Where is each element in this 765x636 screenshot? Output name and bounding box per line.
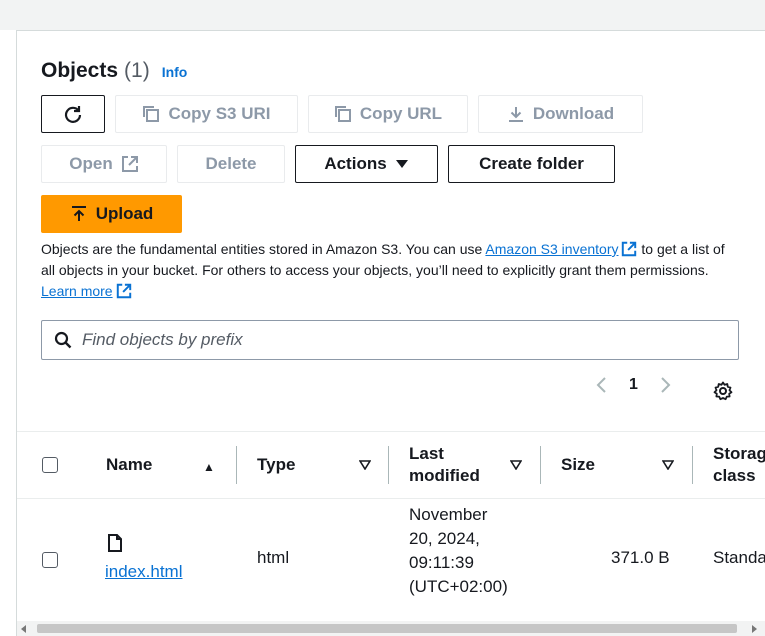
object-last-modified: November 20, 2024, 09:11:39 (UTC+02:00) [409,503,508,599]
current-page[interactable]: 1 [629,376,638,394]
object-storage-class: Standa [713,548,765,567]
external-link-icon [116,283,131,299]
sort-icon[interactable] [662,460,674,470]
scroll-right-icon[interactable] [751,625,757,633]
create-folder-button[interactable]: Create folder [448,145,615,183]
last-modified-line4: (UTC+02:00) [409,577,508,596]
copy-icon [334,106,351,122]
refresh-button[interactable] [41,95,105,133]
scrollbar-thumb[interactable] [37,624,737,633]
select-all-checkbox[interactable] [42,457,58,473]
column-divider[interactable] [540,446,541,484]
page-title: Objects [41,59,119,82]
open-label: Open [69,154,113,173]
sort-asc-icon[interactable]: ▲ [203,456,215,478]
table-header: Name ▲ Type Last modified Size Storag cl… [17,431,765,499]
search-placeholder: Find objects by prefix [82,330,243,349]
create-folder-label: Create folder [479,154,584,173]
description-text-1: Objects are the fundamental entities sto… [41,241,486,257]
scroll-left-icon[interactable] [21,625,27,633]
last-modified-line3: 09:11:39 [409,553,474,572]
last-modified-line2: 20, 2024, [409,529,480,548]
chevron-left-icon[interactable] [595,376,607,394]
object-name[interactable]: index.html [105,562,182,581]
sort-icon[interactable] [510,460,522,470]
s3-inventory-link[interactable]: Amazon S3 inventory [485,241,618,257]
copy-icon [143,106,160,122]
actions-label: Actions [324,154,387,173]
column-divider[interactable] [692,446,693,484]
column-header-storage-class[interactable]: Storag class [713,443,765,487]
search-input[interactable]: Find objects by prefix [41,320,739,360]
upload-icon [71,206,86,221]
refresh-icon [64,106,82,123]
objects-header: Objects (1) Info [41,59,187,83]
delete-label: Delete [205,154,257,173]
copy-s3-uri-button[interactable]: Copy S3 URI [115,95,298,133]
file-icon [108,534,122,552]
objects-description: Objects are the fundamental entities sto… [41,239,741,302]
open-button[interactable]: Open [41,145,167,183]
download-icon [508,107,523,122]
download-button[interactable]: Download [478,95,643,133]
column-header-last-modified[interactable]: Last modified [409,443,480,487]
settings-gear-icon[interactable] [713,381,733,401]
row-checkbox[interactable] [42,552,58,568]
external-link-icon [622,241,637,257]
copy-s3-uri-label: Copy S3 URI [168,104,271,123]
actions-dropdown[interactable]: Actions [295,145,438,183]
objects-panel: Objects (1) Info Copy S3 URI Copy URL Do… [16,30,765,636]
chevron-right-icon[interactable] [660,376,672,394]
sort-icon[interactable] [359,460,371,470]
column-header-last-modified-line1: Last [409,444,444,463]
delete-button[interactable]: Delete [177,145,285,183]
upload-button[interactable]: Upload [41,195,182,233]
horizontal-scrollbar[interactable] [17,621,765,636]
object-size: 371.0 B [611,548,670,567]
upload-label: Upload [95,204,154,223]
column-header-storage-line2: class [713,466,756,485]
column-header-type[interactable]: Type [257,454,295,476]
top-strip [0,0,765,30]
last-modified-line1: November [409,505,488,524]
download-label: Download [532,104,615,123]
object-name-link[interactable]: index.html [105,560,182,584]
info-link[interactable]: Info [162,64,188,80]
copy-url-button[interactable]: Copy URL [308,95,468,133]
column-divider[interactable] [236,446,237,484]
column-header-name[interactable]: Name [106,454,152,476]
column-divider[interactable] [388,446,389,484]
column-header-size[interactable]: Size [561,454,595,476]
learn-more-link[interactable]: Learn more [41,283,113,299]
column-header-storage-line1: Storag [713,444,765,463]
object-count: (1) [124,59,150,82]
pagination: 1 [595,376,672,394]
external-link-icon [121,156,138,172]
search-icon [54,331,72,349]
copy-url-label: Copy URL [359,104,443,123]
column-header-last-modified-line2: modified [409,466,480,485]
caret-down-icon [395,160,408,168]
object-type: html [257,548,290,567]
